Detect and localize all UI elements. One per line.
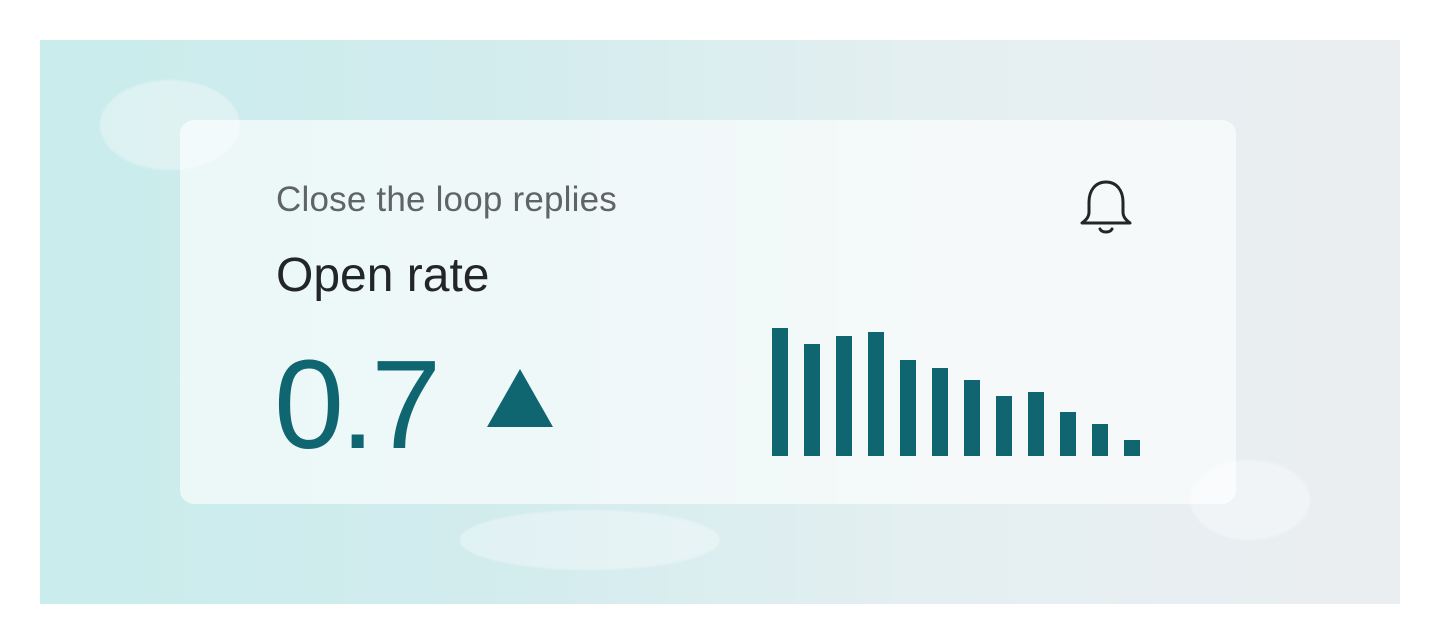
triangle-up-icon <box>487 369 553 427</box>
chart-bar <box>1060 412 1076 456</box>
chart-bar <box>868 332 884 456</box>
background-texture <box>460 510 720 570</box>
open-rate-bar-chart <box>772 328 1140 456</box>
bell-icon[interactable] <box>1076 176 1136 240</box>
chart-bar <box>804 344 820 456</box>
chart-bar <box>996 396 1012 456</box>
chart-bar <box>772 328 788 456</box>
chart-bar <box>1124 440 1140 456</box>
background-panel: Close the loop replies Open rate 0.7 <box>40 40 1400 604</box>
card-title: Open rate <box>276 249 490 302</box>
card-subtitle: Close the loop replies <box>276 180 617 219</box>
open-rate-card: Close the loop replies Open rate 0.7 <box>180 120 1236 504</box>
chart-bar <box>1028 392 1044 456</box>
chart-bar <box>964 380 980 456</box>
chart-bar <box>836 336 852 456</box>
chart-bar <box>900 360 916 456</box>
chart-bar <box>1092 424 1108 456</box>
metric-value: 0.7 <box>274 334 441 475</box>
chart-bar <box>932 368 948 456</box>
